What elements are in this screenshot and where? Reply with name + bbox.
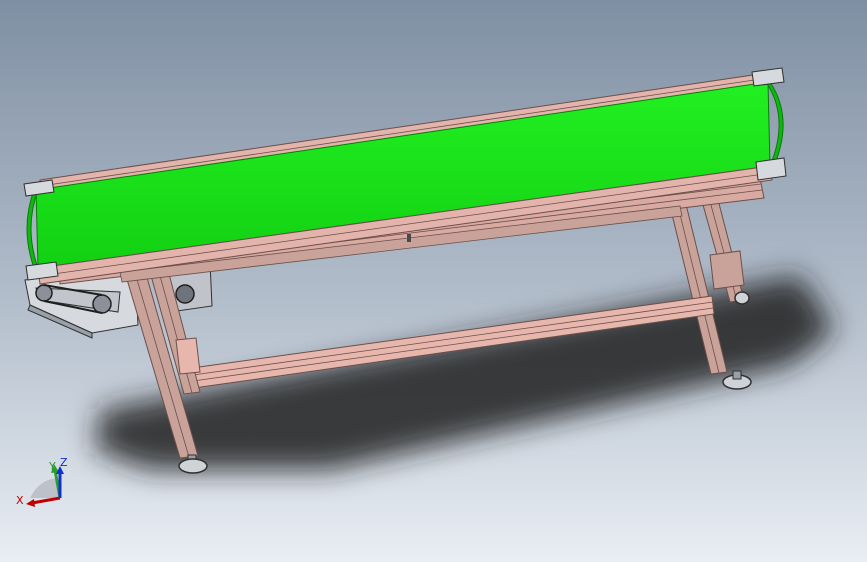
center-fastener [407,234,411,242]
front-foot [178,458,208,474]
triad-x-label: X [16,494,24,507]
rear-foot-left-stem [732,370,742,380]
rear-leg-brace [709,250,745,290]
triad-z-label: Z [60,456,68,469]
drive-sprocket-right [92,294,112,314]
bearing-hub [175,284,195,304]
cad-viewport[interactable]: X Y Z [0,0,867,562]
conveyor-model-view[interactable]: X Y Z [0,0,867,562]
triad-y-label: Y [48,460,56,473]
rear-foot-right [734,291,750,305]
front-leg-brace [175,337,201,375]
end-cap-bottom-right [755,157,787,181]
drive-sprocket-left [35,284,53,302]
